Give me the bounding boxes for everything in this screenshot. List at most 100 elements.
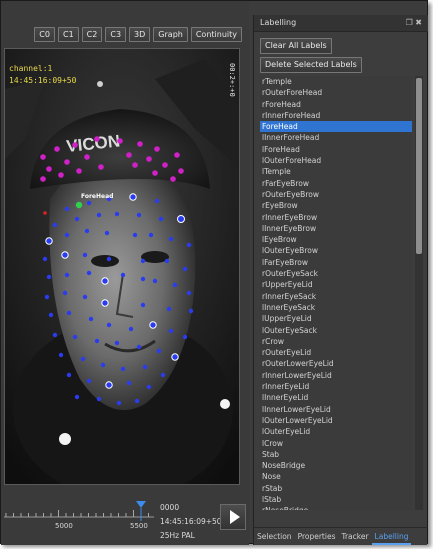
marker-dot[interactable] bbox=[158, 216, 164, 222]
marker-dot[interactable] bbox=[140, 258, 146, 264]
marker-dot[interactable] bbox=[52, 222, 58, 228]
label-list-item[interactable]: rCrow bbox=[260, 336, 412, 347]
marker-dot[interactable] bbox=[54, 146, 60, 152]
view-c1-button[interactable]: C1 bbox=[57, 27, 79, 42]
marker-dot[interactable] bbox=[186, 290, 192, 296]
marker-dot[interactable] bbox=[64, 272, 70, 278]
label-list-item[interactable]: lOuterEyeLid bbox=[260, 426, 412, 437]
marker-dot[interactable] bbox=[129, 193, 137, 201]
marker-dot[interactable] bbox=[117, 138, 123, 144]
marker-dot[interactable] bbox=[75, 201, 83, 209]
marker-dot[interactable] bbox=[146, 384, 152, 390]
label-list-item[interactable]: lInnerForeHead bbox=[260, 132, 412, 143]
label-list-item[interactable]: rInnerEyeLid bbox=[260, 381, 412, 392]
view-c3-button[interactable]: C3 bbox=[105, 27, 127, 42]
label-list-item[interactable]: rUpperEyeLid bbox=[260, 279, 412, 290]
marker-dot[interactable] bbox=[96, 212, 102, 218]
label-list-item[interactable]: lFarEyeBrow bbox=[260, 257, 412, 268]
label-list-item[interactable]: lOuterForeHead bbox=[260, 155, 412, 166]
label-list[interactable]: rTemple rOuterForeHead rForeHead rInnerFore… bbox=[260, 76, 412, 510]
marker-dot[interactable] bbox=[182, 266, 188, 272]
label-list-item[interactable]: lInnerEyeSack bbox=[260, 302, 412, 313]
marker-dot[interactable] bbox=[134, 398, 140, 404]
view-continuity-button[interactable]: Continuity bbox=[190, 27, 242, 42]
marker-dot[interactable] bbox=[42, 256, 48, 262]
marker-dot[interactable] bbox=[136, 212, 142, 218]
marker-dot[interactable] bbox=[168, 236, 174, 242]
marker-dot[interactable] bbox=[172, 282, 178, 288]
marker-dot[interactable] bbox=[146, 156, 152, 162]
marker-dot[interactable] bbox=[188, 308, 194, 314]
label-list-item[interactable]: rOuterLowerEyeLid bbox=[260, 358, 412, 369]
marker-dot[interactable] bbox=[84, 228, 90, 234]
marker-dot[interactable] bbox=[72, 334, 78, 340]
marker-dot[interactable] bbox=[58, 352, 64, 358]
marker-dot[interactable] bbox=[160, 372, 166, 378]
marker-dot[interactable] bbox=[126, 380, 132, 386]
label-list-item[interactable]: lInnerEyeBrow bbox=[260, 223, 412, 234]
marker-dot[interactable] bbox=[162, 162, 168, 168]
marker-dot[interactable] bbox=[72, 142, 78, 148]
marker-dot[interactable] bbox=[152, 278, 158, 284]
marker-dot[interactable] bbox=[86, 378, 92, 384]
label-list-item[interactable]: NoseBridge bbox=[260, 460, 412, 471]
label-list-item[interactable]: Stab bbox=[260, 449, 412, 460]
marker-dot[interactable] bbox=[186, 242, 192, 248]
marker-dot[interactable] bbox=[149, 321, 157, 329]
marker-dot[interactable] bbox=[120, 366, 126, 372]
marker-dot[interactable] bbox=[177, 215, 185, 223]
label-list-item[interactable]: lInnerEyeLid bbox=[260, 392, 412, 403]
label-list-item[interactable]: rNoseBridge bbox=[260, 505, 412, 510]
view-c0-button[interactable]: C0 bbox=[34, 27, 55, 42]
label-list-item[interactable]: lTemple bbox=[260, 166, 412, 177]
marker-dot[interactable] bbox=[140, 302, 146, 308]
marker-dot[interactable] bbox=[126, 152, 132, 158]
clear-all-labels-button[interactable]: Clear All Labels bbox=[260, 38, 332, 54]
marker-dot[interactable] bbox=[171, 353, 179, 361]
marker-dot[interactable] bbox=[74, 216, 80, 222]
marker-dot[interactable] bbox=[154, 198, 160, 204]
label-list-item[interactable]: lForeHead bbox=[260, 144, 412, 155]
marker-dot[interactable] bbox=[40, 154, 46, 160]
marker-dot[interactable] bbox=[164, 258, 170, 264]
marker-dot[interactable] bbox=[40, 176, 46, 182]
marker-dot[interactable] bbox=[142, 364, 148, 370]
label-list-item[interactable]: lStab bbox=[260, 494, 412, 505]
marker-dot[interactable] bbox=[45, 237, 53, 245]
label-list-item[interactable]: lOuterEyeBrow bbox=[260, 245, 412, 256]
marker-dot[interactable] bbox=[116, 400, 122, 406]
view-3d-button[interactable]: 3D bbox=[129, 27, 151, 42]
marker-dot[interactable] bbox=[76, 168, 82, 174]
label-list-item[interactable]: rForeHead bbox=[260, 99, 412, 110]
marker-dot[interactable] bbox=[64, 159, 70, 165]
marker-dot[interactable] bbox=[64, 206, 70, 212]
marker-dot[interactable] bbox=[105, 381, 113, 389]
timeline[interactable]: 5000 5500 bbox=[4, 497, 154, 533]
label-list-item[interactable]: lOuterEyeSack bbox=[260, 325, 412, 336]
label-list-item[interactable]: rStab bbox=[260, 483, 412, 494]
marker-dot[interactable] bbox=[114, 340, 120, 346]
marker-dot[interactable] bbox=[84, 154, 90, 160]
marker-dot[interactable] bbox=[96, 396, 102, 402]
marker-dot[interactable] bbox=[100, 362, 106, 368]
marker-dot[interactable] bbox=[101, 299, 109, 307]
delete-selected-labels-button[interactable]: Delete Selected Labels bbox=[260, 57, 362, 73]
marker-dot[interactable] bbox=[86, 200, 92, 206]
marker-dot[interactable] bbox=[156, 348, 162, 354]
label-list-item[interactable]: rOuterEyeLid bbox=[260, 347, 412, 358]
marker-dot[interactable] bbox=[132, 232, 138, 238]
marker-dot[interactable] bbox=[166, 306, 172, 312]
marker-dot[interactable] bbox=[132, 162, 138, 168]
label-list-item[interactable]: rInnerForeHead bbox=[260, 110, 412, 121]
marker-dot[interactable] bbox=[106, 256, 112, 262]
marker-dot[interactable] bbox=[101, 277, 109, 285]
label-list-scrollbar[interactable] bbox=[415, 76, 423, 510]
camera-viewport[interactable]: VICON channel:1 14:45:16:09+50 00:2+:+0 … bbox=[4, 48, 240, 485]
marker-dot[interactable] bbox=[86, 270, 92, 276]
marker-dot[interactable] bbox=[58, 172, 64, 178]
marker-dot[interactable] bbox=[94, 136, 100, 142]
marker-dot[interactable] bbox=[80, 356, 86, 362]
marker-dot[interactable] bbox=[128, 326, 134, 332]
marker-dot[interactable] bbox=[94, 338, 100, 344]
marker-dot[interactable] bbox=[46, 166, 52, 172]
